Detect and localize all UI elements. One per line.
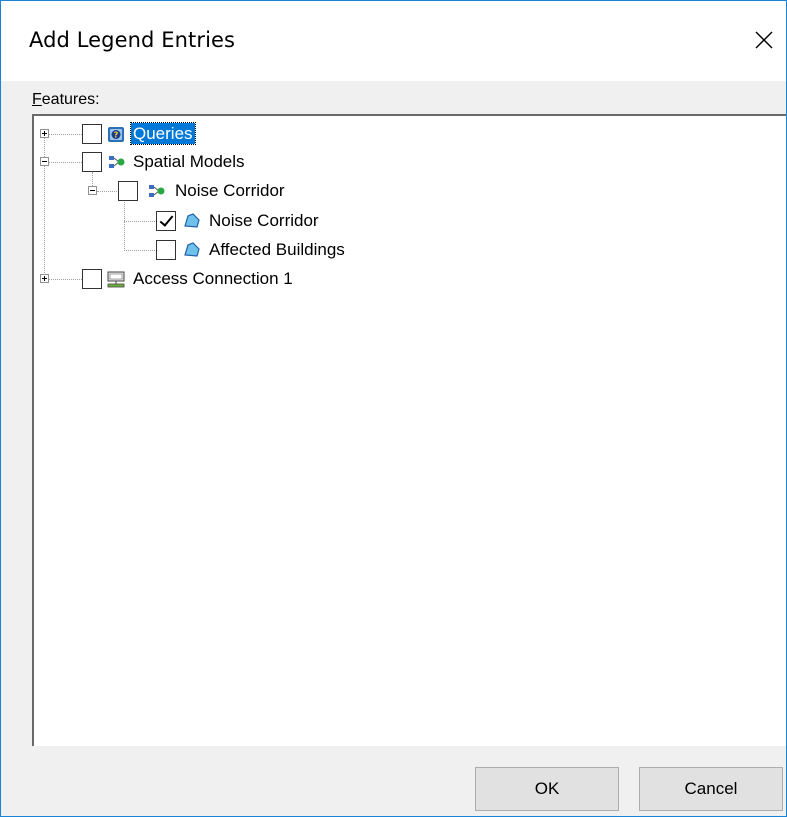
spatial-model-icon [149,185,165,197]
collapse-icon[interactable] [40,157,49,166]
cancel-button[interactable]: Cancel [639,767,783,811]
tree-node-label[interactable]: Spatial Models [131,151,247,172]
tree-node-checkbox[interactable] [82,269,102,289]
expand-icon[interactable] [40,274,49,283]
add-legend-entries-dialog: Add Legend Entries Features: ? Queries S… [0,0,787,817]
tree-node-label[interactable]: Queries [130,122,196,145]
database-connection-icon [107,271,125,288]
tree-node-label[interactable]: Noise Corridor [207,210,321,231]
query-icon: ? [108,127,124,142]
tree-node-affected-buildings[interactable]: Affected Buildings [34,237,414,263]
close-button[interactable] [742,17,786,63]
tree-node-checkbox[interactable] [82,152,102,172]
tree-node-checkbox[interactable] [82,124,102,144]
spatial-model-icon [109,156,125,168]
tree-node-access-connection[interactable]: Access Connection 1 [34,266,394,292]
collapse-icon[interactable] [88,186,97,195]
tree-node-label[interactable]: Noise Corridor [173,180,287,201]
dialog-title: Add Legend Entries [29,28,236,52]
features-label-mnemonic: F [32,91,42,108]
features-label-text: eatures: [41,91,100,108]
tree-node-noise-corridor-layer[interactable]: Noise Corridor [34,208,394,234]
features-label: Features: [32,91,100,109]
tree-node-label[interactable]: Affected Buildings [207,239,347,260]
tree-node-checkbox[interactable] [118,181,138,201]
polygon-layer-icon [184,213,200,228]
tree-node-noise-corridor-model[interactable]: Noise Corridor [34,178,354,204]
polygon-layer-icon [184,242,200,257]
tree-node-spatial-models[interactable]: Spatial Models [34,149,334,175]
title-bar: Add Legend Entries [1,1,786,81]
close-icon [755,31,773,49]
tree-node-checkbox[interactable] [156,211,176,231]
tree-node-queries[interactable]: ? Queries [34,121,334,147]
tree-node-label[interactable]: Access Connection 1 [131,268,295,289]
ok-button[interactable]: OK [475,767,619,811]
svg-text:?: ? [114,131,119,140]
features-tree[interactable]: ? Queries Spatial Models Noise Corridor … [32,114,786,746]
tree-node-checkbox[interactable] [156,240,176,260]
expand-icon[interactable] [40,129,49,138]
